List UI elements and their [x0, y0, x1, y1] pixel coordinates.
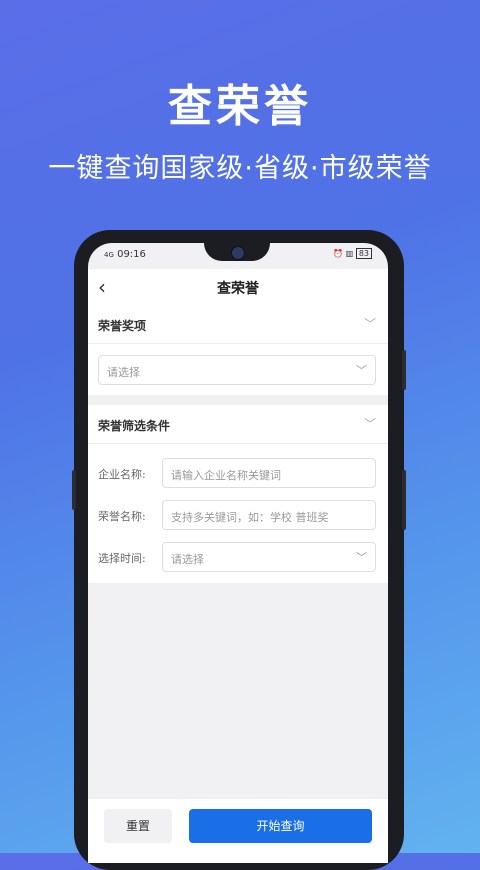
vibrate-icon: ▥ — [345, 249, 354, 258]
company-name-input[interactable]: 请输入企业名称关键词 — [162, 458, 376, 488]
filter-section-heading: 荣誉筛选条件 — [98, 419, 171, 433]
chevron-down-icon[interactable]: ﹀ — [364, 415, 376, 432]
alarm-icon: ⏰ — [333, 249, 344, 258]
divider — [88, 443, 388, 444]
reset-button[interactable]: 重置 — [104, 809, 172, 843]
honor-name-label: 荣誉名称: — [98, 510, 146, 523]
filter-section: 荣誉筛选条件 ﹀ 企业名称: 请输入企业名称关键词 荣誉名称: 支持多关键词，如… — [88, 405, 388, 583]
bottom-action-bar: 重置 开始查询 — [88, 798, 388, 863]
hero-subtitle: 一键查询国家级·省级·市级荣誉 — [48, 153, 432, 184]
award-select[interactable]: 请选择 ﹀ — [98, 355, 376, 385]
chevron-down-icon[interactable]: ﹀ — [364, 315, 376, 332]
award-section: 荣誉奖项 ﹀ 请选择 ﹀ — [88, 305, 388, 395]
company-name-label: 企业名称: — [98, 468, 146, 481]
app-screen: 4G 09:16 ⏰ ▥ 83 ‹ 查荣誉 荣誉奖项 ﹀ 请选择 ﹀ 荣誉筛选条… — [88, 243, 388, 863]
nav-bar: ‹ 查荣誉 — [88, 269, 388, 305]
hero-title: 查荣誉 — [168, 81, 312, 132]
chevron-down-icon: ﹀ — [356, 551, 367, 564]
page-title: 查荣誉 — [217, 281, 259, 297]
phone-side-button — [72, 470, 76, 510]
divider — [88, 343, 388, 344]
start-query-button[interactable]: 开始查询 — [189, 809, 372, 843]
chevron-down-icon: ﹀ — [356, 364, 367, 377]
phone-power-button — [402, 470, 406, 530]
status-bar: 4G 09:16 ⏰ ▥ 83 — [88, 248, 388, 263]
phone-volume-button — [402, 350, 406, 390]
battery-icon: 83 — [355, 248, 372, 259]
time-select[interactable]: 请选择 ﹀ — [162, 542, 376, 572]
status-time: 09:16 — [117, 249, 146, 260]
honor-name-input[interactable]: 支持多关键词，如：学校 普班奖 — [162, 500, 376, 530]
time-select-label: 选择时间: — [98, 552, 146, 565]
signal-icon: 4G — [104, 251, 114, 259]
award-section-heading: 荣誉奖项 — [98, 319, 147, 333]
